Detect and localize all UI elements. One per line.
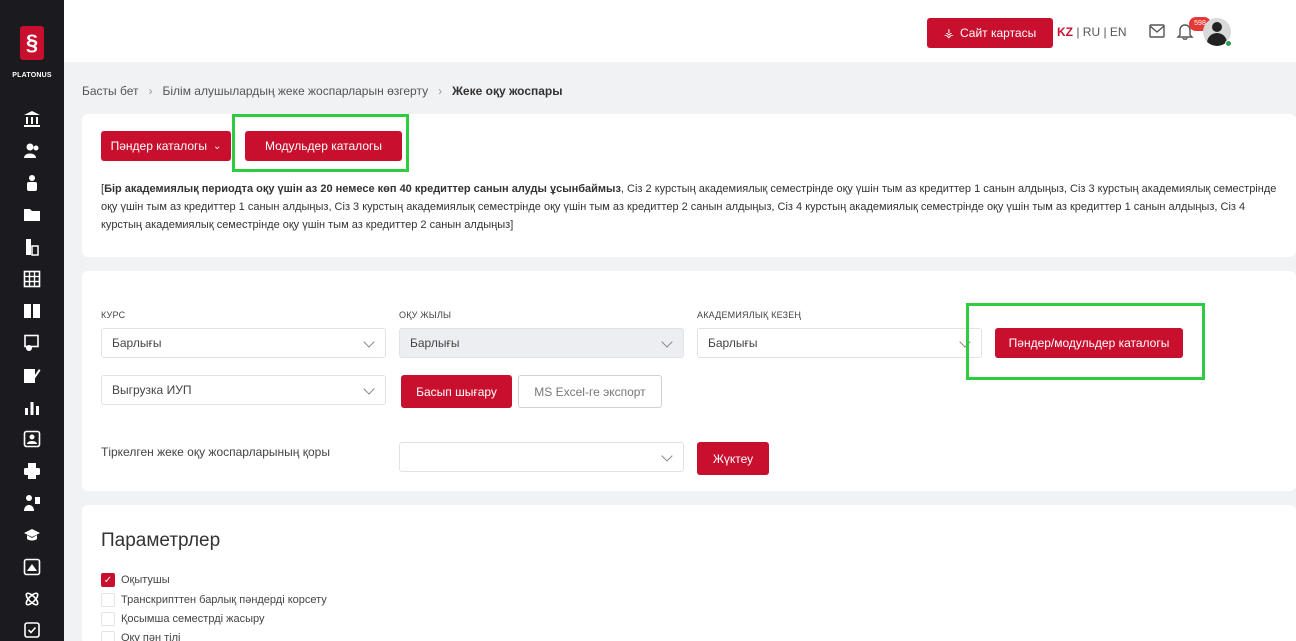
export-type-select-value: Выгрузка ИУП — [112, 383, 192, 397]
checkbox-label: Транскрипттен барлық пәндерді корсету — [121, 594, 327, 606]
grid-icon[interactable] — [20, 267, 44, 291]
users-icon[interactable] — [20, 139, 44, 163]
bank-icon[interactable] — [20, 107, 44, 131]
academic-year-label: ОҚУ ЖЫЛЫ — [399, 310, 452, 320]
document-icon[interactable] — [20, 235, 44, 259]
print-button-label: Басып шығару — [416, 384, 497, 399]
certificate-icon[interactable] — [20, 331, 44, 355]
logo-mark-icon: § — [20, 26, 44, 60]
monitor-icon[interactable] — [20, 555, 44, 579]
portrait-icon[interactable] — [20, 427, 44, 451]
excel-export-label: MS Excel-ге экспорт — [534, 384, 646, 399]
subjects-catalog-button[interactable]: Пәндер каталогы ⌄ — [101, 131, 231, 161]
print-button[interactable]: Басып шығару — [401, 375, 512, 408]
folder-icon[interactable] — [20, 203, 44, 227]
book-icon[interactable] — [20, 299, 44, 323]
checkbox-checked-icon[interactable]: ✓ — [101, 573, 115, 587]
breadcrumb-current: Жеке оқу жоспары — [452, 84, 563, 98]
checkbox-subject-language[interactable]: Оқу пән тілі — [101, 630, 180, 641]
language-kz[interactable]: KZ — [1057, 25, 1073, 39]
chevron-right-icon: › — [438, 84, 443, 98]
course-select[interactable]: Барлығы — [101, 328, 386, 358]
printer-icon[interactable] — [20, 459, 44, 483]
checkbox-show-all-transcript[interactable]: Транскрипттен барлық пәндерді корсету — [101, 592, 327, 608]
edit-icon[interactable] — [20, 363, 44, 387]
academic-period-label: АКАДЕМИЯЛЫҚ КЕЗЕҢ — [697, 310, 802, 320]
academic-year-select[interactable]: Барлығы — [399, 328, 684, 358]
online-status-dot — [1225, 40, 1232, 47]
breadcrumb: Басты бет › Білім алушылардың жеке жоспа… — [82, 84, 563, 98]
checkbox-unchecked-icon[interactable] — [101, 593, 115, 607]
breadcrumb-parent[interactable]: Білім алушылардың жеке жоспарларын өзгер… — [163, 84, 429, 98]
sidebar: § PLATONUS — [0, 0, 64, 641]
load-button-label: Жүктеу — [712, 451, 754, 466]
registered-plans-select[interactable] — [399, 442, 684, 472]
language-switcher[interactable]: KZ | RU | EN — [1057, 25, 1127, 39]
checkbox-label: Оқу пән тілі — [121, 632, 181, 641]
checkbox-unchecked-icon[interactable] — [101, 612, 115, 626]
logo-text: PLATONUS — [12, 72, 52, 79]
chevron-down-icon — [661, 336, 673, 348]
calendar-icon[interactable] — [20, 617, 44, 641]
chevron-right-icon: › — [148, 84, 153, 98]
mail-icon[interactable] — [1149, 24, 1165, 38]
credits-warning-text: [Бір академиялық периодта оқу үшін аз 20… — [101, 180, 1281, 234]
chart-icon[interactable] — [20, 395, 44, 419]
export-type-select[interactable]: Выгрузка ИУП — [101, 375, 386, 405]
platonus-logo[interactable]: § PLATONUS — [0, 20, 64, 90]
graduation-cap-icon[interactable] — [20, 523, 44, 547]
checkbox-label: Қосымша семестрді жасыру — [121, 613, 265, 625]
subjects-catalog-label: Пәндер каталогы — [110, 139, 207, 153]
course-label: КУРС — [101, 310, 126, 320]
checkbox-hide-extra-semester[interactable]: Қосымша семестрді жасыру — [101, 611, 265, 627]
checkbox-label: Оқытушы — [121, 574, 170, 586]
excel-export-button[interactable]: MS Excel-ге экспорт — [518, 375, 662, 408]
sitemap-button[interactable]: ⚶ Сайт картасы — [927, 18, 1053, 48]
chevron-down-icon — [363, 336, 375, 348]
parameters-title: Параметрлер — [101, 530, 221, 551]
academic-period-select-value: Барлығы — [708, 336, 758, 350]
breadcrumb-home[interactable]: Басты бет — [82, 84, 139, 98]
language-ru-en[interactable]: | RU | EN — [1073, 25, 1126, 39]
atom-icon[interactable] — [20, 587, 44, 611]
academic-period-select[interactable]: Барлығы — [697, 328, 982, 358]
teacher-icon[interactable] — [20, 491, 44, 515]
sitemap-button-label: Сайт картасы — [959, 26, 1037, 40]
student-icon[interactable] — [20, 171, 44, 195]
checkbox-unchecked-icon[interactable] — [101, 631, 115, 641]
academic-year-select-value: Барлығы — [410, 336, 460, 350]
sitemap-icon: ⚶ — [943, 26, 954, 40]
registered-plans-label: Тіркелген жеке оқу жоспарларының қоры — [101, 445, 330, 459]
checkbox-teacher[interactable]: ✓ Оқытушы — [101, 572, 170, 588]
load-button[interactable]: Жүктеу — [697, 442, 769, 475]
chevron-down-icon: ⌄ — [213, 140, 222, 152]
highlight-box — [232, 114, 409, 172]
credits-warning-bold: Бір академиялық периодта оқу үшін аз 20 … — [104, 183, 621, 195]
highlight-box — [966, 303, 1205, 380]
course-select-value: Барлығы — [112, 336, 162, 350]
chevron-down-icon — [363, 383, 375, 395]
chevron-down-icon — [661, 450, 673, 462]
